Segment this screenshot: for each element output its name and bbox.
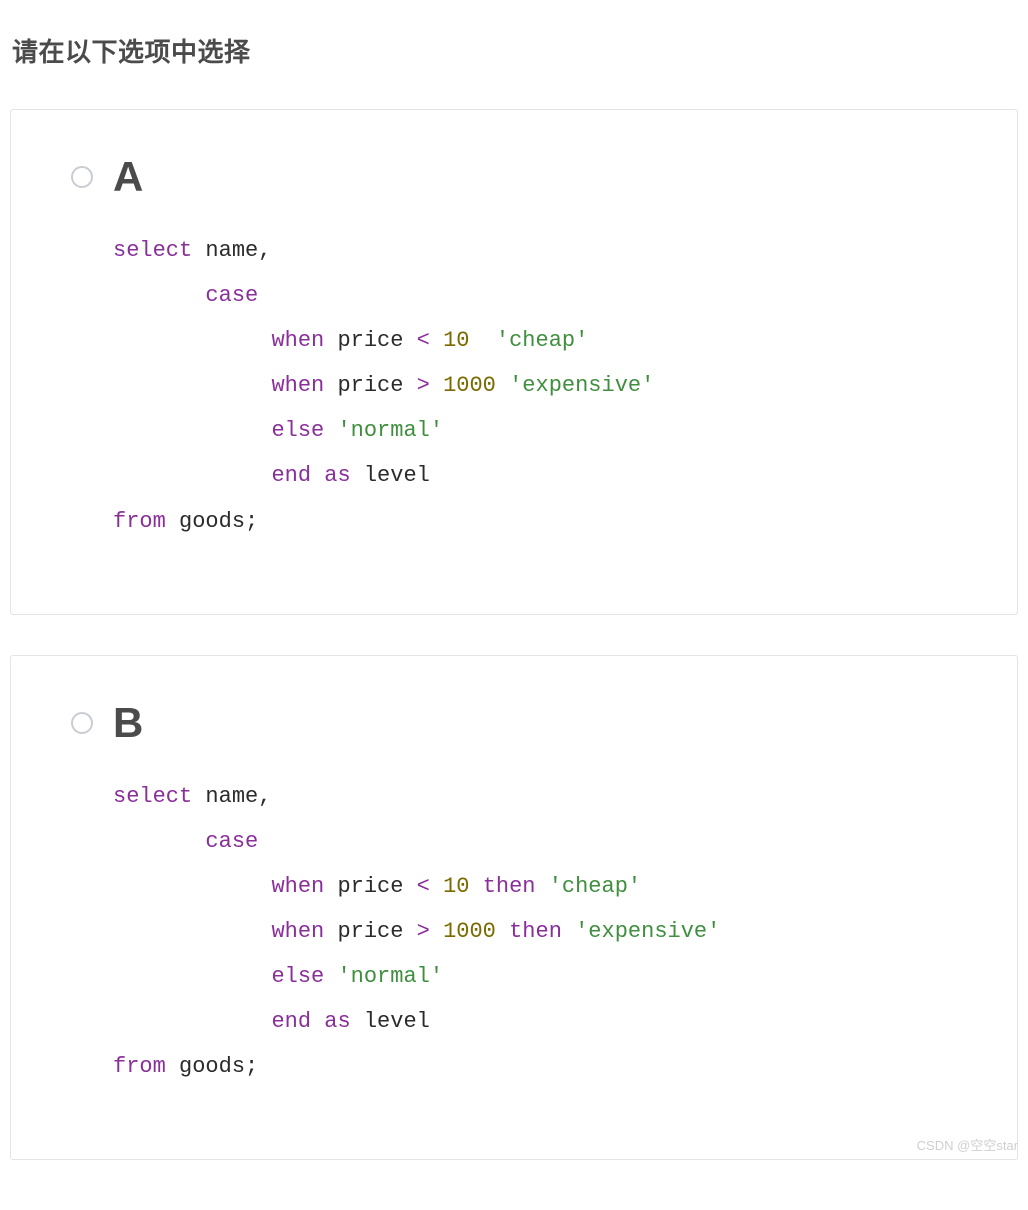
radio-a[interactable] [71, 166, 93, 188]
option-card-a[interactable]: A select name, case when price < 10 'che… [10, 109, 1018, 615]
watermark: CSDN @空空star [917, 1135, 1018, 1154]
option-letter-a: A [113, 156, 143, 198]
code-block-a: select name, case when price < 10 'cheap… [113, 228, 977, 544]
code-block-b: select name, case when price < 10 then '… [113, 774, 977, 1090]
option-header-a: A [71, 156, 977, 198]
option-letter-b: B [113, 702, 143, 744]
option-card-b[interactable]: B select name, case when price < 10 then… [10, 655, 1018, 1161]
option-header-b: B [71, 702, 977, 744]
question-prompt: 请在以下选项中选择 [12, 32, 1018, 69]
radio-b[interactable] [71, 712, 93, 734]
